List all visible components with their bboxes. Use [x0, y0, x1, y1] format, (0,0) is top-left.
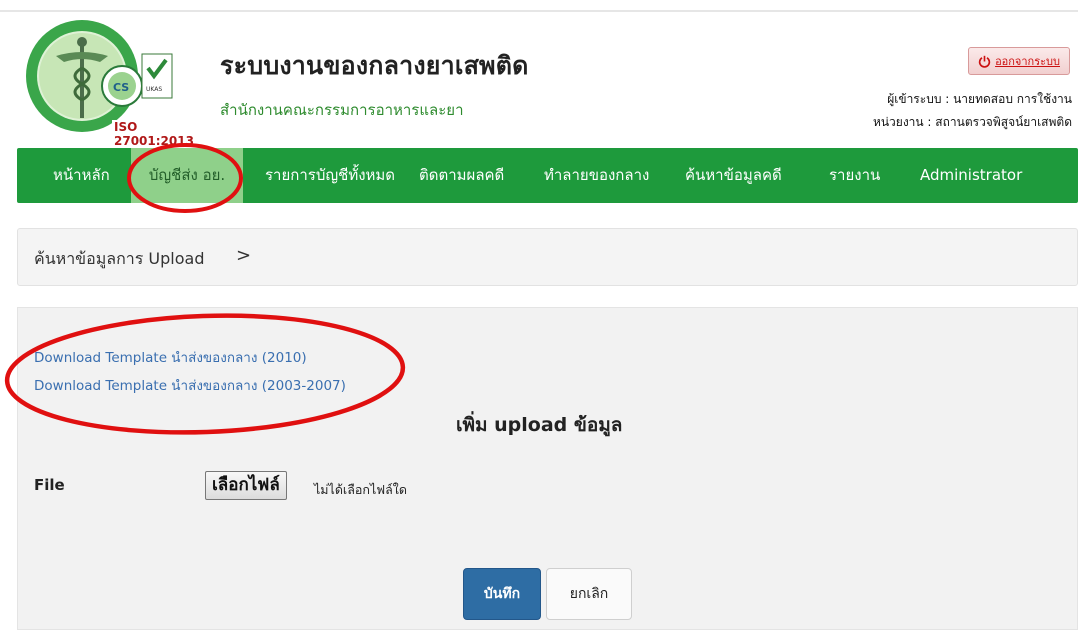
iso-badge: ISO 27001:2013 [112, 120, 200, 148]
chevron-right-icon: > [236, 245, 252, 266]
user-unit: หน่วยงาน : สถานตรวจพิสูจน์ยาเสพติด [872, 115, 1072, 129]
power-icon [978, 55, 991, 68]
choose-file-button[interactable]: เลือกไฟล์ [205, 471, 287, 500]
download-template-2003-2007-link[interactable]: Download Template นำส่งของกลาง (2003-200… [34, 374, 346, 396]
nav-home[interactable]: หน้าหลัก [53, 148, 110, 203]
logout-button[interactable]: ออกจากระบบ [968, 47, 1070, 75]
nav-case-search[interactable]: ค้นหาข้อมูลคดี [685, 148, 782, 203]
user-info: ผู้เข้าระบบ : นายทดสอบ การใช้งาน หน่วยงา… [873, 88, 1072, 134]
nav-all-accounts[interactable]: รายการบัญชีทั้งหมด [265, 148, 395, 203]
cancel-button[interactable]: ยกเลิก [546, 568, 632, 620]
save-button[interactable]: บันทึก [463, 568, 541, 620]
file-label: File [34, 476, 65, 494]
svg-text:CS: CS [113, 81, 129, 94]
upload-title: เพิ่ม upload ข้อมูล [456, 414, 623, 436]
download-template-2010-link[interactable]: Download Template นำส่งของกลาง (2010) [34, 346, 307, 368]
upload-panel: Download Template นำส่งของกลาง (2010) Do… [17, 307, 1078, 630]
nav-send-fda[interactable]: บัญชีส่ง อย. [131, 148, 243, 203]
top-divider [0, 0, 1078, 12]
file-status: ไม่ได้เลือกไฟล์ใด [314, 482, 407, 497]
nav-administrator[interactable]: Administrator [920, 148, 1022, 203]
fda-logo: CS UKAS ISO 27001:2013 [20, 18, 200, 148]
svg-text:UKAS: UKAS [146, 86, 162, 93]
nav-destroy-evidence[interactable]: ทำลายของกลาง [544, 148, 649, 203]
nav-reports[interactable]: รายงาน [829, 148, 880, 203]
nav-case-tracking[interactable]: ติดตามผลคดี [419, 148, 504, 203]
logged-in-user: ผู้เข้าระบบ : นายทดสอบ การใช้งาน [887, 92, 1072, 106]
main-nav: หน้าหลัก บัญชีส่ง อย. รายการบัญชีทั้งหมด… [17, 148, 1078, 203]
breadcrumb: ค้นหาข้อมูลการ Upload > [17, 228, 1078, 286]
site-subtitle: สำนักงานคณะกรรมการอาหารและยา [220, 101, 464, 119]
logout-label: ออกจากระบบ [995, 55, 1060, 68]
site-title: ระบบงานของกลางยาเสพติด [220, 51, 529, 80]
breadcrumb-current[interactable]: ค้นหาข้อมูลการ Upload [34, 247, 204, 272]
